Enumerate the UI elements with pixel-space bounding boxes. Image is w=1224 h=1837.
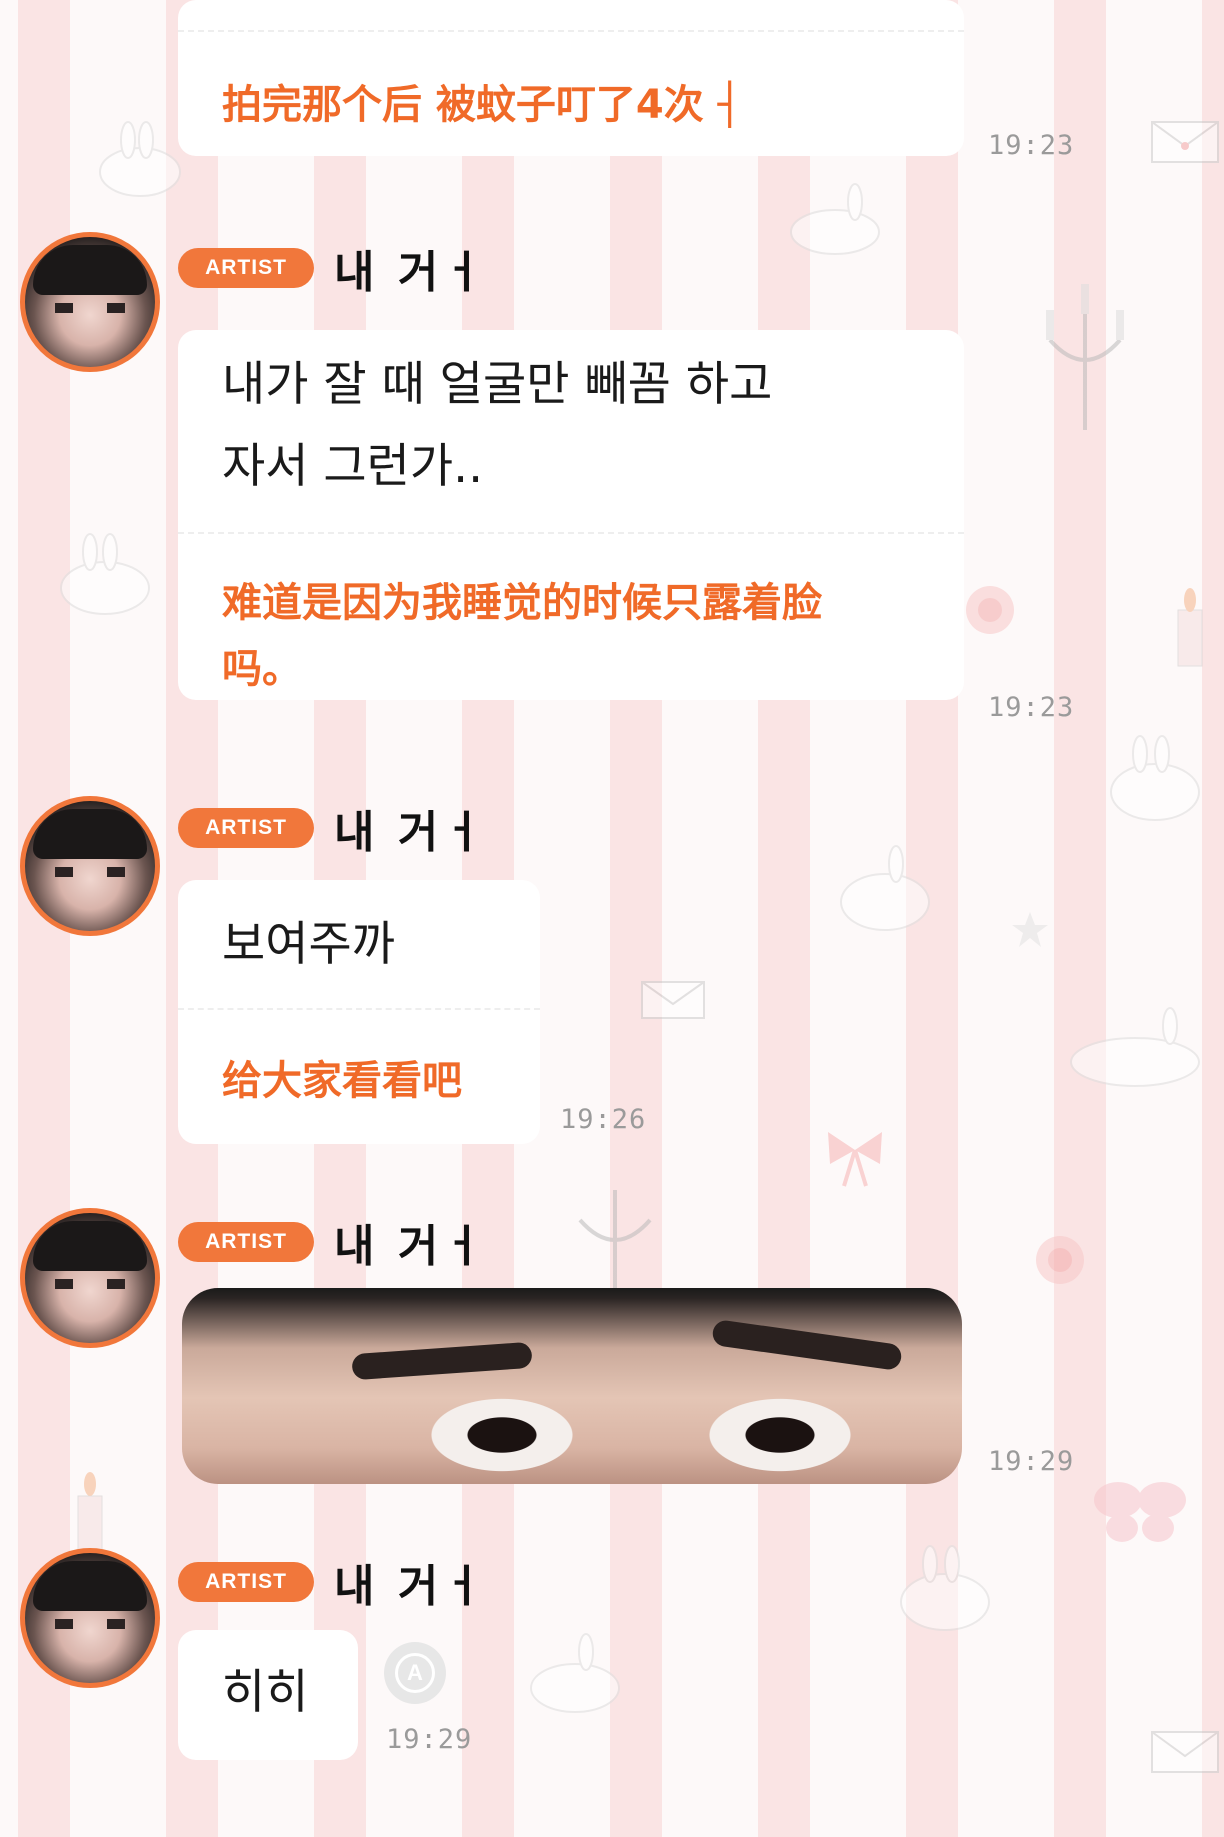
message-text: 보여주까	[222, 917, 395, 972]
translation-divider	[178, 30, 964, 32]
artist-badge: ARTIST	[178, 248, 314, 288]
avatar[interactable]	[20, 1208, 160, 1348]
candle-icon	[77, 1472, 103, 1557]
bunny-icon	[1070, 1007, 1200, 1087]
photo-message[interactable]	[182, 1288, 962, 1484]
bunny-icon	[99, 121, 181, 197]
message-time: 19:29	[386, 1724, 473, 1755]
sender-name: 내 거ㅓ	[334, 807, 487, 858]
photo-eyebrow	[351, 1341, 533, 1381]
bunny-icon	[790, 183, 880, 255]
candelabra-icon	[1046, 284, 1124, 430]
bunny-icon	[900, 1545, 990, 1631]
photo-eyebrow	[711, 1318, 903, 1372]
bunny-icon	[530, 1633, 620, 1713]
message-time: 19:23	[988, 130, 1075, 161]
bunny-icon	[840, 845, 930, 931]
translate-glyph: A	[395, 1653, 435, 1693]
avatar[interactable]	[20, 1548, 160, 1688]
message-text: 자서 그런가..	[222, 439, 484, 494]
message-time: 19:26	[560, 1104, 647, 1135]
envelope-icon	[1151, 1731, 1219, 1773]
message-text: 히히	[222, 1665, 309, 1720]
avatar[interactable]	[20, 796, 160, 936]
message-bubble[interactable]: 내가 잘 때 얼굴만 빼꼼 하고 자서 그런가.. 难道是因为我睡觉的时候只露着…	[178, 330, 964, 700]
message-text: 내가 잘 때 얼굴만 빼꼼 하고	[222, 357, 773, 412]
translation-text: 难道是因为我睡觉的时候只露着脸	[222, 580, 822, 626]
sender-name: 내 거ㅓ	[334, 1561, 487, 1612]
message-bubble[interactable]: 보여주까 给大家看看吧	[178, 880, 540, 1144]
rose-icon	[966, 586, 1014, 634]
artist-badge: ARTIST	[178, 1562, 314, 1602]
candle-icon	[1177, 588, 1203, 667]
star-icon	[1012, 912, 1048, 947]
bunny-icon	[1110, 735, 1200, 821]
translation-divider	[178, 532, 964, 534]
translate-icon[interactable]: A	[384, 1642, 446, 1704]
message-time: 19:29	[988, 1446, 1075, 1477]
avatar[interactable]	[20, 232, 160, 372]
envelope-icon	[641, 981, 705, 1019]
translation-text: 给大家看看吧	[222, 1058, 462, 1104]
rose-icon	[1036, 1236, 1084, 1284]
message-time: 19:23	[988, 692, 1075, 723]
artist-badge: ARTIST	[178, 808, 314, 848]
translation-text: 拍完那个后 被蚊子叮了4次 ┤	[222, 82, 742, 128]
bow-icon	[828, 1132, 882, 1187]
sender-name: 내 거ㅓ	[334, 247, 487, 298]
butterfly-icon	[1094, 1482, 1186, 1542]
translation-text: 吗。	[222, 646, 302, 692]
message-bubble[interactable]: 히히	[178, 1630, 358, 1760]
bunny-icon	[60, 533, 150, 615]
artist-badge: ARTIST	[178, 1222, 314, 1262]
message-bubble[interactable]: 拍完那个后 被蚊子叮了4次 ┤	[178, 0, 964, 156]
translation-divider	[178, 1008, 540, 1010]
envelope-icon	[1151, 121, 1219, 163]
sender-name: 내 거ㅓ	[334, 1221, 487, 1272]
